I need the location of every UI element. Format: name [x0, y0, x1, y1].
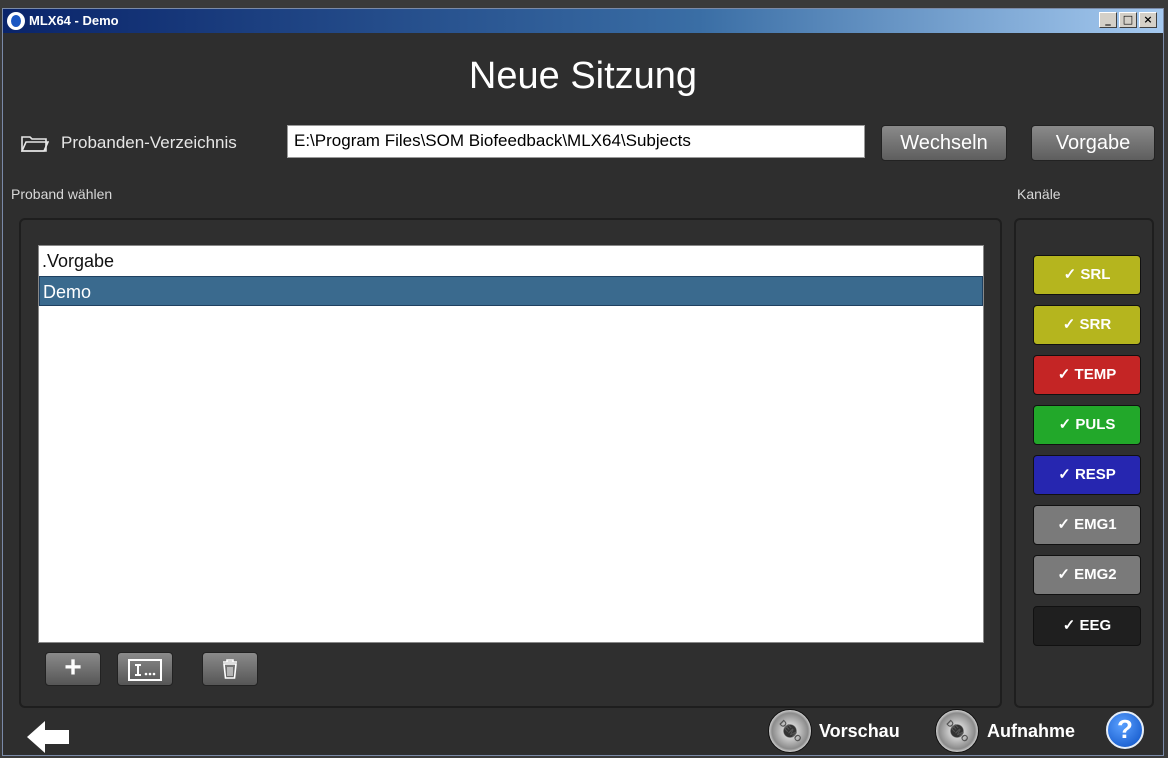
- rename-icon: [128, 659, 162, 681]
- record-disc-icon[interactable]: DEMO: [935, 709, 979, 753]
- channels-section-label: Kanäle: [1017, 186, 1061, 202]
- main-content: Neue Sitzung Probanden-Verzeichnis E:\Pr…: [3, 33, 1163, 755]
- check-icon: ✓: [1057, 366, 1075, 383]
- window-title: MLX64 - Demo: [29, 13, 119, 28]
- channel-toggle-srl[interactable]: ✓ SRL: [1033, 255, 1141, 295]
- footer-bar: DEMO Vorschau DEMO Aufnahme ?: [3, 705, 1163, 755]
- check-icon: ✓: [1063, 266, 1081, 283]
- folder-icon: [21, 136, 49, 152]
- channel-label: SRR: [1079, 316, 1112, 333]
- title-bar: MLX64 - Demo _ □ ×: [3, 9, 1163, 33]
- list-item-selected[interactable]: Demo: [39, 276, 983, 306]
- check-icon: ✓: [1057, 566, 1075, 583]
- check-icon: ✓: [1058, 466, 1075, 483]
- list-item[interactable]: .Vorgabe: [39, 246, 983, 276]
- channel-toggle-srr[interactable]: ✓ SRR: [1033, 305, 1141, 345]
- maximize-button[interactable]: □: [1119, 12, 1137, 28]
- check-icon: ✓: [1057, 516, 1075, 533]
- check-icon: ✓: [1062, 316, 1080, 333]
- default-directory-button[interactable]: Vorgabe: [1031, 125, 1155, 161]
- subjects-section-label: Proband wählen: [11, 186, 113, 202]
- channel-label: EMG1: [1074, 516, 1117, 533]
- demo-tag: DEMO: [944, 717, 971, 745]
- add-subject-button[interactable]: +: [45, 652, 101, 686]
- channel-toggle-puls[interactable]: ✓ PULS: [1033, 405, 1141, 445]
- change-directory-button[interactable]: Wechseln: [881, 125, 1007, 161]
- channel-toggle-emg1[interactable]: ✓ EMG1: [1033, 505, 1141, 545]
- preview-button[interactable]: Vorschau: [819, 721, 900, 742]
- rename-subject-button[interactable]: [117, 652, 173, 686]
- help-button[interactable]: ?: [1106, 711, 1144, 749]
- directory-path-field[interactable]: E:\Program Files\SOM Biofeedback\MLX64\S…: [287, 125, 865, 158]
- subject-list[interactable]: .Vorgabe Demo: [38, 245, 984, 643]
- app-window: MLX64 - Demo _ □ × Neue Sitzung Probande…: [2, 8, 1164, 756]
- demo-tag: DEMO: [777, 717, 804, 745]
- back-arrow-icon[interactable]: [25, 717, 71, 757]
- channel-label: EMG2: [1074, 566, 1117, 583]
- check-icon: ✓: [1062, 617, 1080, 634]
- channel-label: EEG: [1079, 617, 1112, 634]
- delete-subject-button[interactable]: [202, 652, 258, 686]
- page-title: Neue Sitzung: [468, 55, 698, 97]
- app-logo-icon: [7, 12, 25, 30]
- preview-disc-icon[interactable]: DEMO: [768, 709, 812, 753]
- channel-label: PULS: [1075, 416, 1116, 433]
- directory-label: Probanden-Verzeichnis: [61, 133, 237, 152]
- channel-label: RESP: [1074, 466, 1116, 483]
- channel-label: TEMP: [1074, 366, 1117, 383]
- channel-toggle-emg2[interactable]: ✓ EMG2: [1033, 555, 1141, 595]
- channel-toggle-temp[interactable]: ✓ TEMP: [1033, 355, 1141, 395]
- channel-label: SRL: [1080, 266, 1111, 283]
- trash-icon: [223, 659, 237, 679]
- close-button[interactable]: ×: [1139, 12, 1157, 28]
- channel-toggle-eeg[interactable]: ✓ EEG: [1033, 606, 1141, 646]
- check-icon: ✓: [1058, 416, 1076, 433]
- directory-row: Probanden-Verzeichnis E:\Program Files\S…: [17, 125, 1157, 161]
- channel-toggle-resp[interactable]: ✓ RESP: [1033, 455, 1141, 495]
- record-button[interactable]: Aufnahme: [987, 721, 1075, 742]
- minimize-button[interactable]: _: [1099, 12, 1117, 28]
